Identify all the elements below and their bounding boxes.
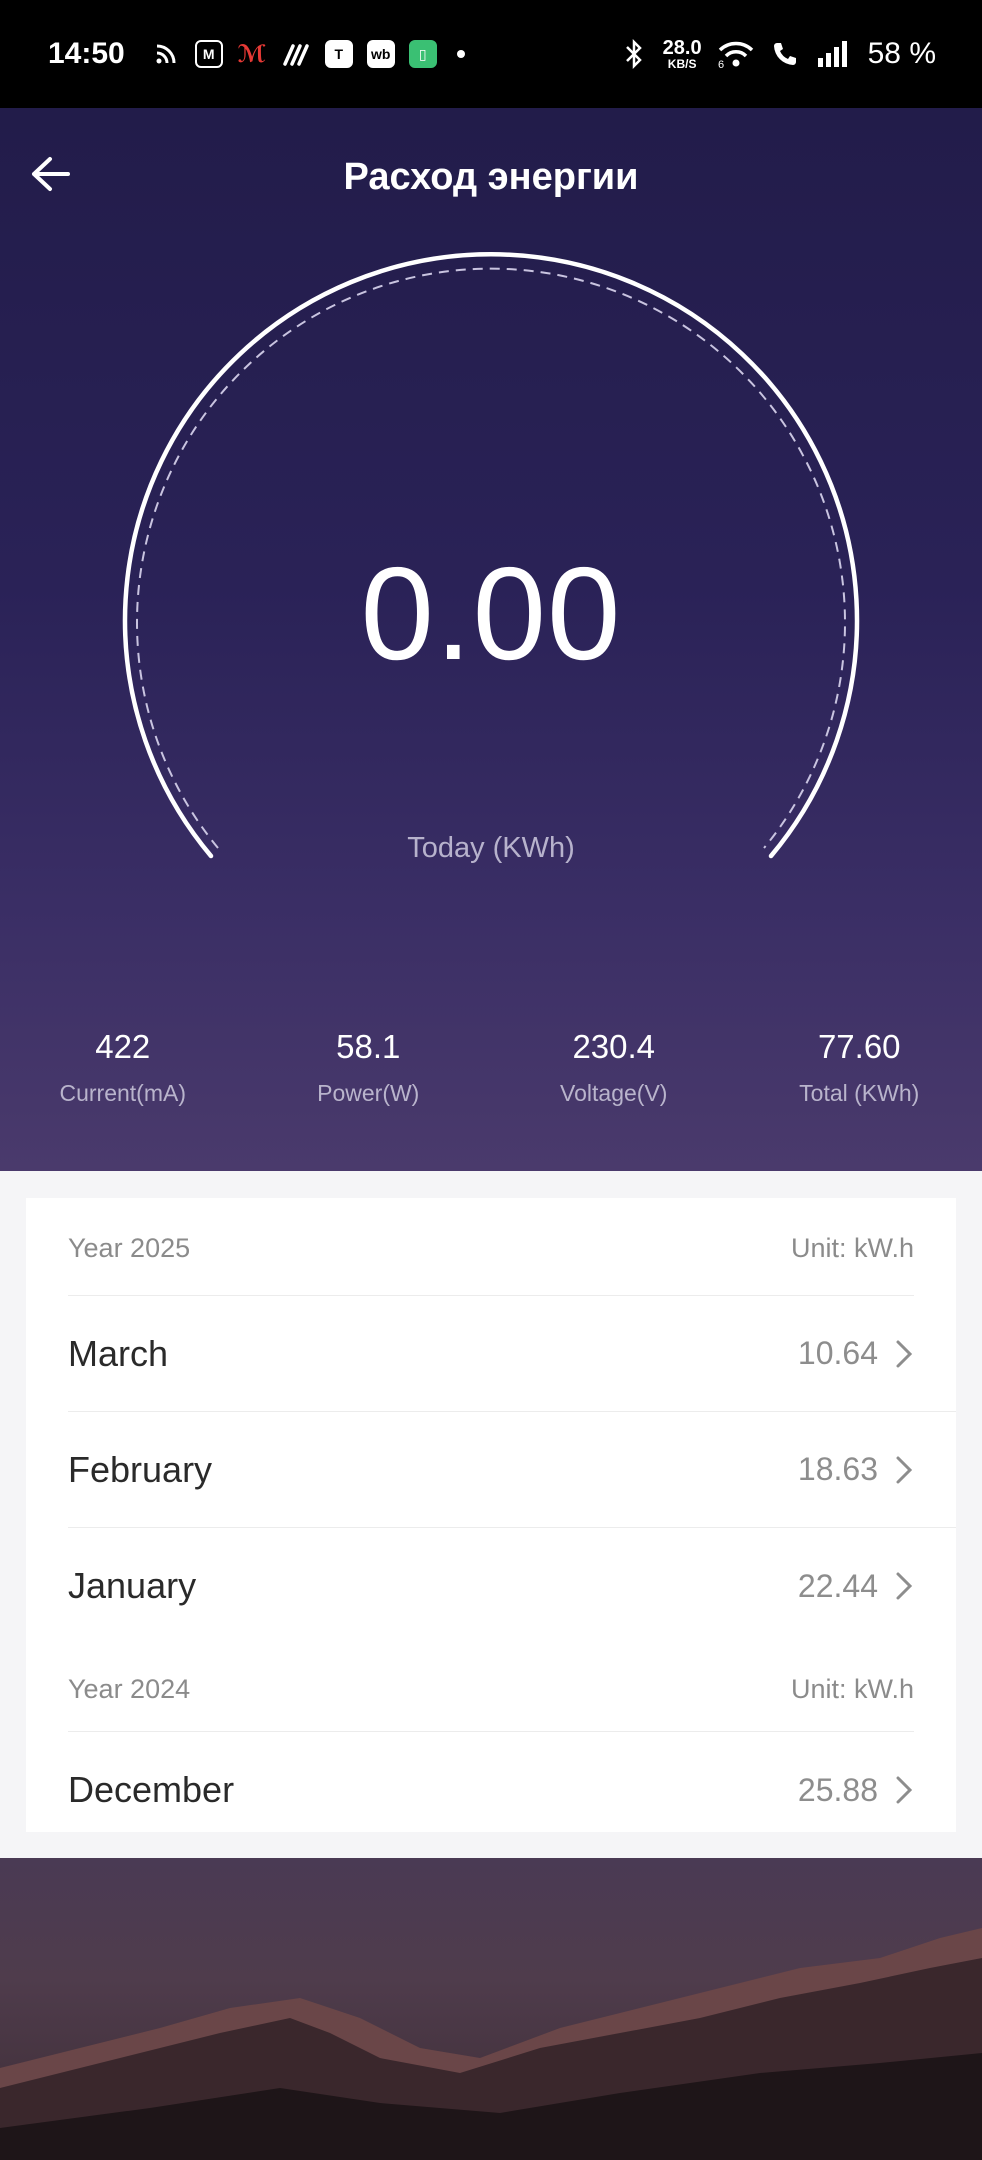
today-energy-value: 0.00 bbox=[360, 540, 622, 687]
stat-value: 422 bbox=[95, 1028, 151, 1065]
stat-label: Voltage(V) bbox=[560, 1080, 668, 1106]
month-value: 18.63 bbox=[797, 1451, 878, 1487]
section-unit: Unit: kW.h bbox=[790, 1674, 914, 1704]
stat-label: Current(mA) bbox=[59, 1080, 186, 1106]
section-year: Year 2024 bbox=[68, 1674, 191, 1704]
stat-value: 58.1 bbox=[336, 1028, 401, 1065]
month-row-january[interactable]: January 22.44 bbox=[68, 1528, 956, 1644]
section-year: Year 2025 bbox=[68, 1233, 191, 1263]
call-icon bbox=[770, 39, 800, 69]
stat-power: 58.1 Power(W) bbox=[246, 1028, 492, 1107]
wb-app-icon: wb bbox=[366, 40, 395, 68]
chevron-right-icon bbox=[896, 1776, 913, 1804]
section-unit: Unit: kW.h bbox=[790, 1233, 914, 1263]
month-row-march[interactable]: March 10.64 bbox=[68, 1296, 956, 1412]
network-speed: 28.0 KB/S bbox=[663, 38, 702, 70]
month-name: February bbox=[68, 1448, 213, 1490]
chevron-right-icon bbox=[896, 1572, 913, 1600]
rss-icon bbox=[151, 39, 181, 69]
month-name: December bbox=[68, 1769, 235, 1810]
notification-dot-icon bbox=[456, 50, 465, 58]
stats-row: 422 Current(mA) 58.1 Power(W) 230.4 Volt… bbox=[0, 1028, 982, 1107]
stat-voltage: 230.4 Voltage(V) bbox=[491, 1028, 737, 1107]
bluetooth-icon bbox=[619, 39, 649, 69]
t-app-icon: T bbox=[324, 40, 353, 68]
month-row-december[interactable]: December 25.88 bbox=[68, 1732, 956, 1848]
chevron-right-icon bbox=[896, 1340, 913, 1367]
m-red-app-icon: ℳ bbox=[237, 40, 266, 68]
month-name: January bbox=[68, 1565, 197, 1606]
energy-hero: Расход энергии 0.00 Today (KWh) 422 Curr… bbox=[0, 108, 982, 1171]
speed-value: 28.0 bbox=[662, 37, 702, 59]
chevron-right-icon bbox=[896, 1456, 913, 1483]
mountains-image bbox=[0, 1928, 982, 2160]
background-landscape bbox=[0, 1858, 982, 2160]
year-section-2024: Year 2024 Unit: kW.h December 25.88 bbox=[26, 1644, 956, 1848]
battery-level: 58 % bbox=[867, 37, 936, 70]
year-section-2025: Year 2025 Unit: kW.h March 10.64 Februar… bbox=[26, 1198, 956, 1644]
section-header: Year 2024 Unit: kW.h bbox=[68, 1644, 914, 1732]
month-name: March bbox=[68, 1332, 169, 1374]
month-row-february[interactable]: February 18.63 bbox=[68, 1412, 956, 1528]
page-title: Расход энергии bbox=[343, 156, 639, 198]
green-app-icon: ▯ bbox=[408, 40, 437, 68]
status-time: 14:50 bbox=[48, 37, 125, 70]
stat-value: 77.60 bbox=[817, 1028, 901, 1065]
month-value: 22.44 bbox=[797, 1567, 878, 1604]
stat-total: 77.60 Total (KWh) bbox=[737, 1028, 982, 1107]
stat-current: 422 Current(mA) bbox=[0, 1028, 246, 1107]
signal-app-icon bbox=[281, 39, 311, 69]
month-value: 25.88 bbox=[797, 1771, 878, 1808]
status-bar: 14:50 M ℳ T wb ▯ 28.0 KB/S 6 58 % bbox=[0, 0, 982, 108]
stat-label: Power(W) bbox=[317, 1080, 420, 1106]
speed-unit: KB/S bbox=[667, 57, 697, 71]
stat-value: 230.4 bbox=[572, 1028, 656, 1065]
network-type: 6 bbox=[718, 59, 724, 69]
section-header: Year 2025 Unit: kW.h bbox=[68, 1198, 914, 1296]
today-energy-label: Today (KWh) bbox=[407, 832, 575, 864]
m-app-icon: M bbox=[194, 40, 223, 68]
cell-signal-icon bbox=[814, 39, 854, 69]
month-value: 10.64 bbox=[797, 1335, 878, 1371]
wifi-icon: 6 bbox=[716, 39, 756, 69]
monthly-usage-list: Year 2025 Unit: kW.h March 10.64 Februar… bbox=[26, 1198, 956, 1832]
stat-label: Total (KWh) bbox=[799, 1080, 920, 1106]
